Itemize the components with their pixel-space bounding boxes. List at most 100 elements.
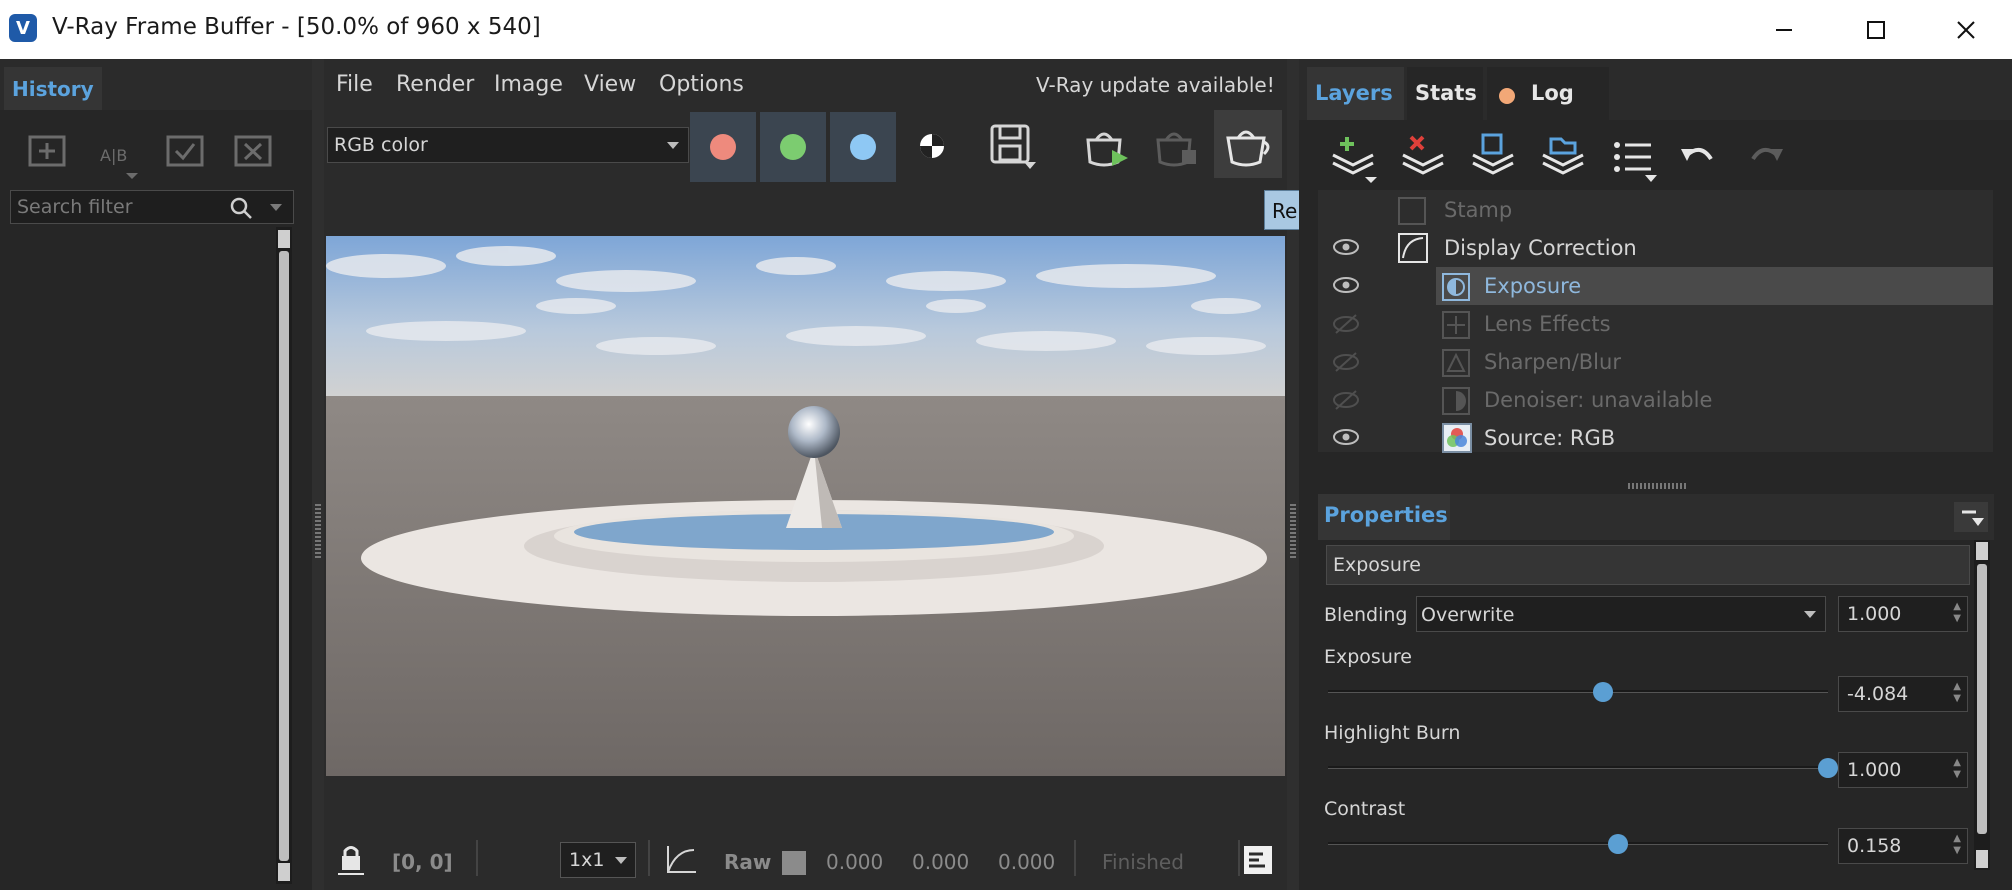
properties-tab[interactable]: Properties xyxy=(1318,494,1450,540)
stop-render-icon[interactable] xyxy=(1152,122,1204,172)
zoom-select[interactable]: 1x1 xyxy=(560,842,636,878)
layer-row-exposure[interactable]: Exposure xyxy=(1318,267,1993,305)
tab-log[interactable]: Log xyxy=(1487,67,1609,120)
highlight-burn-slider-thumb[interactable] xyxy=(1818,758,1838,778)
compare-ab-icon[interactable]: A|B xyxy=(96,131,146,181)
panel-splitter-grip[interactable] xyxy=(1628,483,1686,489)
menu-view[interactable]: View xyxy=(584,72,636,97)
tab-stats[interactable]: Stats xyxy=(1407,67,1483,120)
layer-label-lens-effects: Lens Effects xyxy=(1484,312,1611,336)
undo-icon[interactable] xyxy=(1677,139,1717,179)
save-image-icon[interactable] xyxy=(988,122,1040,172)
raw-label: Raw xyxy=(724,850,772,874)
eye-hidden-icon[interactable] xyxy=(1332,351,1360,373)
right-splitter[interactable] xyxy=(1287,59,1299,890)
menu-image[interactable]: Image xyxy=(494,72,563,97)
green-channel-button[interactable] xyxy=(760,112,826,182)
lens-effects-icon xyxy=(1442,311,1470,339)
eye-hidden-icon[interactable] xyxy=(1332,313,1360,335)
exposure-slider[interactable] xyxy=(1328,690,1828,693)
exposure-spinner[interactable]: -4.084 ▲ ▼ xyxy=(1838,676,1968,712)
render-interactive-icon[interactable] xyxy=(1082,122,1134,172)
layer-list-icon[interactable] xyxy=(1611,135,1661,183)
properties-scrollbar[interactable] xyxy=(1974,540,1990,870)
close-button[interactable] xyxy=(1920,0,2012,59)
delete-layer-icon[interactable] xyxy=(1399,133,1449,183)
blending-amount-spinner[interactable]: 1.000 ▲ ▼ xyxy=(1838,596,1968,632)
redo-icon[interactable] xyxy=(1747,139,1787,179)
layer-row-source-rgb[interactable]: Source: RGB xyxy=(1318,419,1993,457)
eye-icon[interactable] xyxy=(1332,237,1360,257)
scroll-down-arrow[interactable] xyxy=(1976,850,1988,868)
source-rgb-icon xyxy=(1442,423,1472,453)
eye-icon[interactable] xyxy=(1332,427,1360,447)
contrast-spinner[interactable]: 0.158 ▲ ▼ xyxy=(1838,828,1968,864)
chevron-down-icon[interactable] xyxy=(269,203,283,213)
highlight-burn-spinner[interactable]: 1.000 ▲ ▼ xyxy=(1838,752,1968,788)
left-splitter[interactable] xyxy=(312,59,324,890)
alpha-channel-icon[interactable] xyxy=(918,132,946,160)
render-button[interactable] xyxy=(1214,110,1282,178)
menu-options[interactable]: Options xyxy=(659,72,744,97)
render-image xyxy=(326,236,1285,776)
contrast-slider-thumb[interactable] xyxy=(1608,834,1628,854)
scroll-thumb[interactable] xyxy=(279,251,289,861)
menu-file[interactable]: File xyxy=(336,72,373,97)
history-scrollbar[interactable] xyxy=(276,227,292,884)
spinner-arrows-icon[interactable]: ▲ ▼ xyxy=(1953,833,1961,857)
spinner-arrows-icon[interactable]: ▲ ▼ xyxy=(1953,757,1961,781)
blending-select[interactable]: Overwrite xyxy=(1416,596,1826,632)
highlight-burn-slider[interactable] xyxy=(1328,766,1828,769)
scroll-up-arrow[interactable] xyxy=(278,230,290,248)
channel-select[interactable]: RGB color xyxy=(327,127,689,163)
load-history-icon[interactable] xyxy=(166,131,206,171)
properties-header: Properties xyxy=(1318,494,1994,540)
history-tab[interactable]: History xyxy=(4,67,102,110)
minimize-button-real[interactable] xyxy=(1738,0,1830,59)
properties-menu-icon[interactable] xyxy=(1954,502,1988,532)
log-panel-icon[interactable] xyxy=(1242,844,1274,876)
tab-layers[interactable]: Layers xyxy=(1307,67,1404,120)
red-channel-button[interactable] xyxy=(690,112,756,182)
remove-history-icon[interactable] xyxy=(234,131,274,171)
green-dot-icon xyxy=(780,134,806,160)
spinner-arrows-icon[interactable]: ▲ ▼ xyxy=(1953,601,1961,625)
layer-label-stamp: Stamp xyxy=(1444,198,1513,222)
tab-layers-label: Layers xyxy=(1315,81,1393,105)
layer-row-sharpen-blur[interactable]: Sharpen/Blur xyxy=(1318,343,1993,381)
add-layer-icon[interactable] xyxy=(1329,133,1379,183)
save-layers-icon[interactable] xyxy=(1469,133,1519,183)
value-g: 0.000 xyxy=(912,850,970,874)
lock-icon[interactable] xyxy=(336,844,368,876)
maximize-button[interactable] xyxy=(1830,0,1922,59)
eye-icon[interactable] xyxy=(1332,275,1360,295)
layer-name-field[interactable]: Exposure xyxy=(1326,545,1970,585)
divider xyxy=(1238,840,1240,876)
render-viewport[interactable] xyxy=(326,236,1285,776)
svg-text:A|B: A|B xyxy=(100,146,127,165)
raw-checkbox[interactable] xyxy=(782,851,806,875)
load-layers-icon[interactable] xyxy=(1539,133,1589,183)
scroll-thumb[interactable] xyxy=(1977,564,1987,834)
contrast-slider[interactable] xyxy=(1328,842,1828,845)
add-history-icon[interactable] xyxy=(28,131,68,171)
history-panel: History A|B Search filter xyxy=(0,59,312,890)
layer-row-stamp[interactable]: Stamp xyxy=(1318,191,1993,229)
search-input[interactable]: Search filter xyxy=(10,190,294,224)
eye-hidden-icon[interactable] xyxy=(1332,389,1360,411)
menu-bar: File Render Image View Options V-Ray upd… xyxy=(324,59,1287,111)
layer-row-display-correction[interactable]: Display Correction xyxy=(1318,229,1993,267)
scroll-down-arrow[interactable] xyxy=(278,863,290,881)
update-notice-link[interactable]: V-Ray update available! xyxy=(1036,73,1275,97)
contrast-value: 0.158 xyxy=(1847,835,1902,857)
curve-icon[interactable] xyxy=(664,844,698,876)
layer-row-denoiser[interactable]: Denoiser: unavailable xyxy=(1318,381,1993,419)
spinner-arrows-icon[interactable]: ▲ ▼ xyxy=(1953,681,1961,705)
channel-select-value: RGB color xyxy=(334,134,428,156)
scroll-up-arrow[interactable] xyxy=(1976,542,1988,560)
layer-row-lens-effects[interactable]: Lens Effects xyxy=(1318,305,1993,343)
layer-label-denoiser: Denoiser: unavailable xyxy=(1484,388,1713,412)
blue-channel-button[interactable] xyxy=(830,112,896,182)
exposure-slider-thumb[interactable] xyxy=(1593,682,1613,702)
menu-render[interactable]: Render xyxy=(396,72,474,97)
